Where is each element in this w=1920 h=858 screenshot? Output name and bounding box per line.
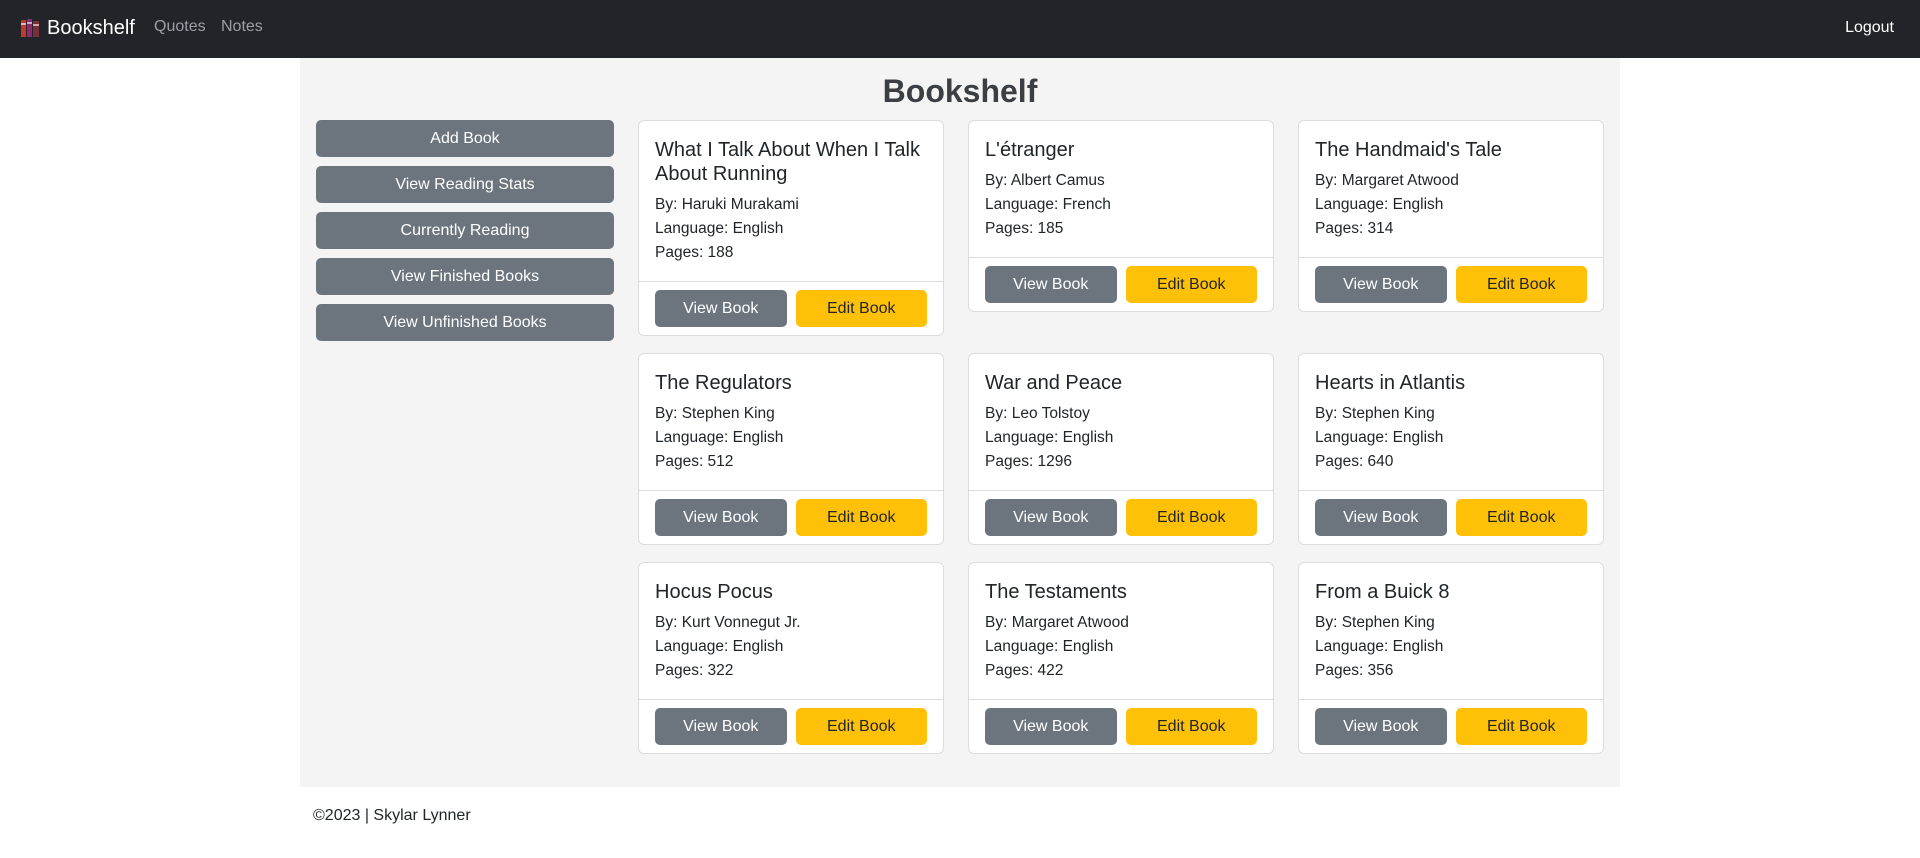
book-title: What I Talk About When I Talk About Runn… (655, 139, 920, 185)
main-container: Bookshelf Add Book View Reading Stats Cu… (300, 58, 1620, 787)
book-language: Language: English (985, 429, 1114, 446)
edit-book-button[interactable]: Edit Book (795, 499, 927, 536)
book-card: The Regulators By: Stephen King Language… (638, 353, 944, 545)
book-language: Language: English (985, 638, 1114, 655)
book-pages: Pages: 322 (655, 662, 734, 679)
brand-link[interactable]: Bookshelf (19, 15, 135, 41)
card-body: What I Talk About When I Talk About Runn… (639, 121, 943, 281)
card-body: Hocus Pocus By: Kurt Vonnegut Jr. Langua… (639, 563, 943, 699)
view-book-button[interactable]: View Book (985, 266, 1117, 303)
book-title: L'étranger (985, 139, 1075, 161)
edit-book-button[interactable]: Edit Book (1455, 266, 1587, 303)
card-footer: View Book Edit Book (969, 699, 1273, 753)
book-author: By: Margaret Atwood (1315, 172, 1459, 189)
book-author: By: Leo Tolstoy (985, 405, 1090, 422)
book-pages: Pages: 640 (1315, 453, 1394, 470)
view-book-button[interactable]: View Book (655, 290, 787, 327)
card-footer: View Book Edit Book (1299, 699, 1603, 753)
book-title: The Testaments (985, 581, 1127, 603)
edit-book-button[interactable]: Edit Book (1455, 708, 1587, 745)
view-book-button[interactable]: View Book (985, 708, 1117, 745)
book-card: The Handmaid's Tale By: Margaret Atwood … (1298, 120, 1604, 312)
book-pages: Pages: 356 (1315, 662, 1394, 679)
card-footer: View Book Edit Book (639, 281, 943, 335)
card-body: The Testaments By: Margaret Atwood Langu… (969, 563, 1273, 699)
book-title: From a Buick 8 (1315, 581, 1450, 603)
book-card: What I Talk About When I Talk About Runn… (638, 120, 944, 336)
book-title: Hearts in Atlantis (1315, 372, 1466, 394)
book-card: War and Peace By: Leo Tolstoy Language: … (968, 353, 1274, 545)
add-book-button[interactable]: Add Book (316, 120, 614, 157)
currently-reading-button[interactable]: Currently Reading (316, 212, 614, 249)
card-body: L'étranger By: Albert Camus Language: Fr… (969, 121, 1273, 257)
edit-book-button[interactable]: Edit Book (795, 290, 927, 327)
view-book-button[interactable]: View Book (985, 499, 1117, 536)
card-footer: View Book Edit Book (639, 699, 943, 753)
card-footer: View Book Edit Book (1299, 257, 1603, 311)
book-language: Language: English (655, 429, 784, 446)
card-body: Hearts in Atlantis By: Stephen King Lang… (1299, 354, 1603, 490)
edit-book-button[interactable]: Edit Book (795, 708, 927, 745)
nav-link-notes[interactable]: Notes (221, 17, 263, 37)
view-finished-books-button[interactable]: View Finished Books (316, 258, 614, 295)
book-pages: Pages: 1296 (985, 453, 1073, 470)
book-language: Language: English (1315, 429, 1444, 446)
view-book-button[interactable]: View Book (655, 708, 787, 745)
page-title: Bookshelf (882, 73, 1038, 109)
view-book-button[interactable]: View Book (655, 499, 787, 536)
card-footer: View Book Edit Book (969, 490, 1273, 544)
card-body: From a Buick 8 By: Stephen King Language… (1299, 563, 1603, 699)
book-language: Language: English (1315, 638, 1444, 655)
logout-link[interactable]: Logout (1845, 18, 1894, 38)
book-pages: Pages: 188 (655, 244, 734, 261)
book-pages: Pages: 314 (1315, 220, 1394, 237)
edit-book-button[interactable]: Edit Book (1125, 708, 1257, 745)
book-pages: Pages: 512 (655, 453, 734, 470)
book-pages: Pages: 422 (985, 662, 1064, 679)
book-card: From a Buick 8 By: Stephen King Language… (1298, 562, 1604, 754)
book-language: Language: French (985, 196, 1111, 213)
book-language: Language: English (655, 638, 784, 655)
book-author: By: Kurt Vonnegut Jr. (655, 614, 801, 631)
footer-copyright: ©2023 | Skylar Lynner (313, 807, 471, 824)
edit-book-button[interactable]: Edit Book (1125, 499, 1257, 536)
view-book-button[interactable]: View Book (1315, 266, 1447, 303)
card-footer: View Book Edit Book (639, 490, 943, 544)
card-body: The Regulators By: Stephen King Language… (639, 354, 943, 490)
sidebar: Add Book View Reading Stats Currently Re… (316, 120, 614, 350)
view-reading-stats-button[interactable]: View Reading Stats (316, 166, 614, 203)
book-author: By: Margaret Atwood (985, 614, 1129, 631)
book-author: By: Haruki Murakami (655, 196, 799, 213)
book-author: By: Stephen King (655, 405, 775, 422)
card-body: War and Peace By: Leo Tolstoy Language: … (969, 354, 1273, 490)
nav-link-quotes[interactable]: Quotes (154, 17, 206, 37)
book-title: Hocus Pocus (655, 581, 773, 603)
book-card: Hocus Pocus By: Kurt Vonnegut Jr. Langua… (638, 562, 944, 754)
book-card: L'étranger By: Albert Camus Language: Fr… (968, 120, 1274, 312)
top-navbar: Bookshelf Quotes Notes Logout (0, 0, 1920, 58)
view-book-button[interactable]: View Book (1315, 499, 1447, 536)
book-card: The Testaments By: Margaret Atwood Langu… (968, 562, 1274, 754)
book-title: The Regulators (655, 372, 792, 394)
book-language: Language: English (655, 220, 784, 237)
books-icon (21, 19, 39, 37)
book-author: By: Albert Camus (985, 172, 1105, 189)
book-author: By: Stephen King (1315, 614, 1435, 631)
edit-book-button[interactable]: Edit Book (1455, 499, 1587, 536)
card-footer: View Book Edit Book (969, 257, 1273, 311)
view-unfinished-books-button[interactable]: View Unfinished Books (316, 304, 614, 341)
view-book-button[interactable]: View Book (1315, 708, 1447, 745)
card-body: The Handmaid's Tale By: Margaret Atwood … (1299, 121, 1603, 257)
card-footer: View Book Edit Book (1299, 490, 1603, 544)
book-pages: Pages: 185 (985, 220, 1064, 237)
brand-text: Bookshelf (47, 17, 135, 39)
book-title: The Handmaid's Tale (1315, 139, 1502, 161)
book-title: War and Peace (985, 372, 1123, 394)
book-language: Language: English (1315, 196, 1444, 213)
edit-book-button[interactable]: Edit Book (1125, 266, 1257, 303)
book-card: Hearts in Atlantis By: Stephen King Lang… (1298, 353, 1604, 545)
book-author: By: Stephen King (1315, 405, 1435, 422)
